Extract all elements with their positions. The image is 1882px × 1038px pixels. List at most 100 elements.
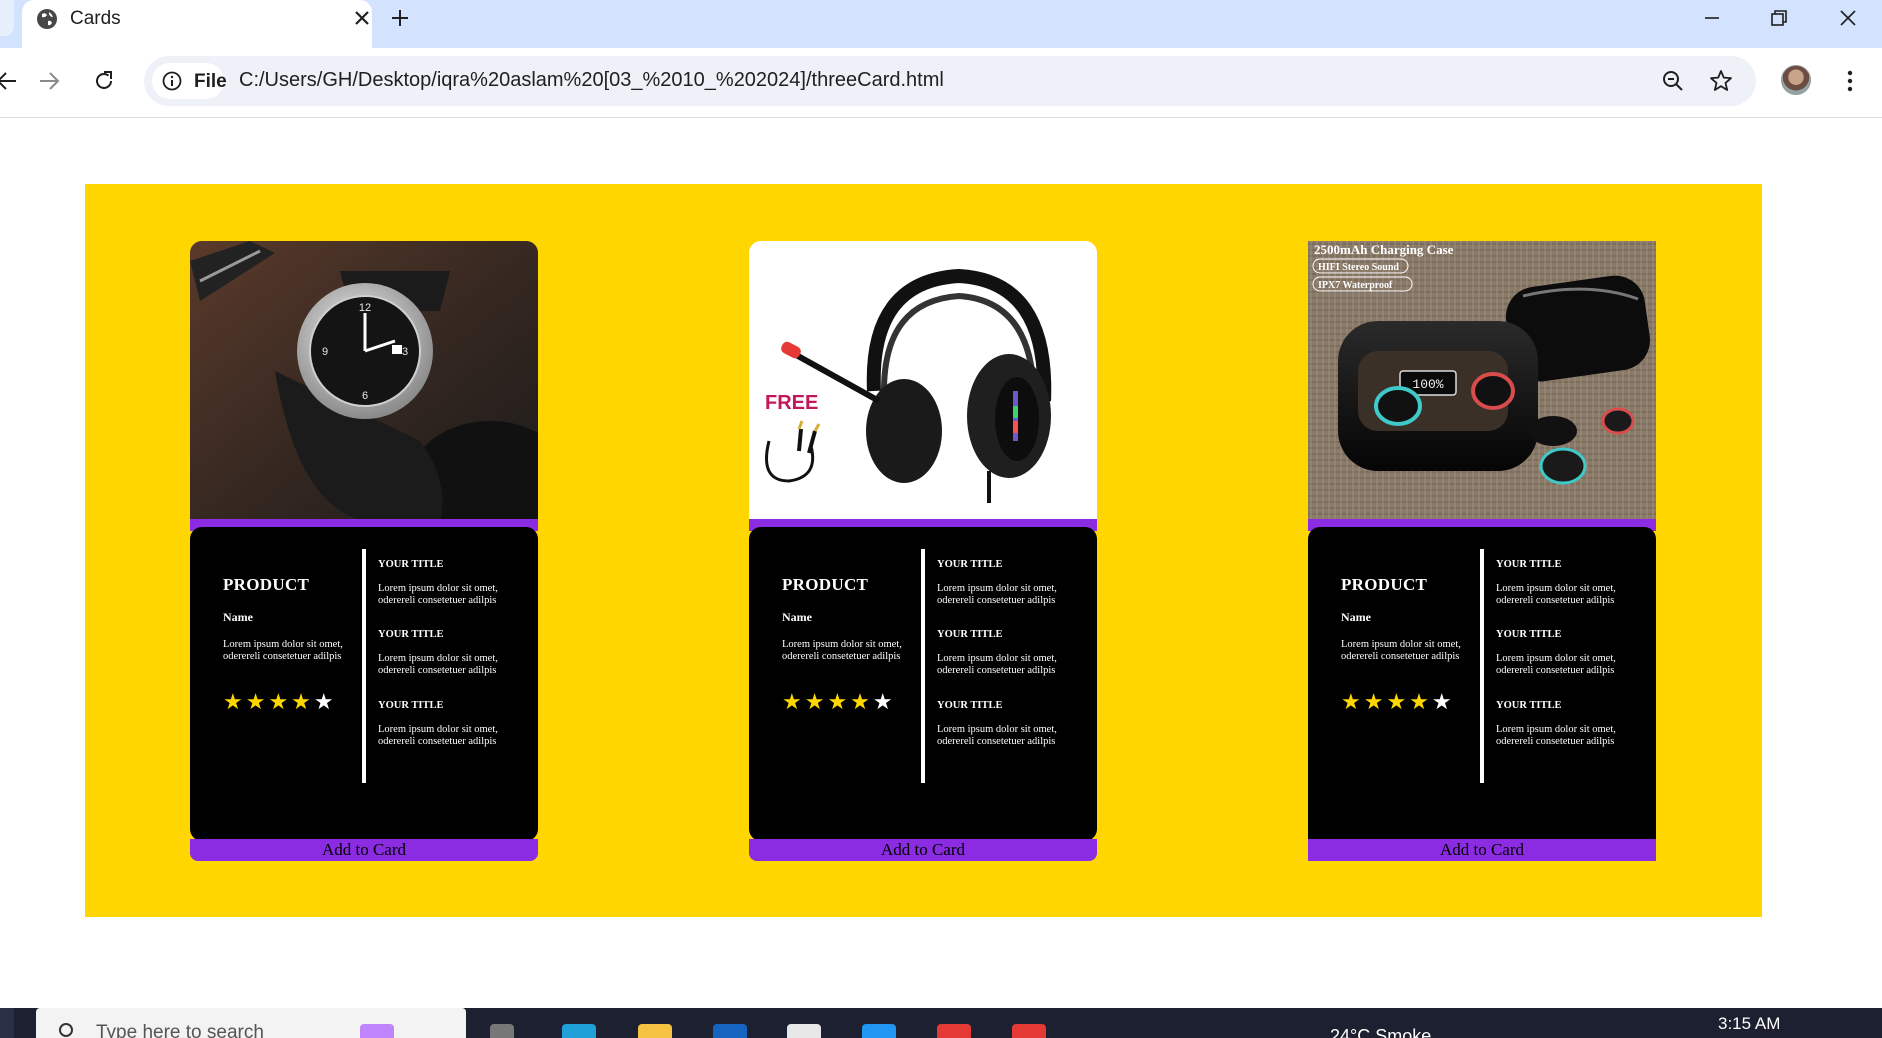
add-to-card-button[interactable]: Add to Card: [1308, 839, 1656, 861]
feature-text: Lorem ipsum dolor sit omet, oderereli co…: [937, 653, 1057, 676]
filled-stars-icon: ★★★★: [223, 690, 314, 715]
feature-item: YOUR TITLE Lorem ipsum dolor sit omet, o…: [1496, 629, 1646, 677]
new-tab-icon[interactable]: [388, 6, 412, 30]
vertical-divider: [1480, 549, 1484, 783]
product-card: 12 3 6 9 PRODUCT Name Lorem ipsum dolor sit…: [190, 241, 538, 861]
forward-icon[interactable]: [36, 68, 62, 94]
product-info-panel: PRODUCT Name Lorem ipsum dolor sit omet,…: [1308, 527, 1656, 841]
vscode-icon[interactable]: [862, 1024, 896, 1038]
url-text[interactable]: C:/Users/GH/Desktop/iqra%20aslam%20[03_%…: [239, 69, 944, 92]
product-info-panel: PRODUCT Name Lorem ipsum dolor sit omet,…: [190, 527, 538, 841]
feature-item: YOUR TITLE Lorem ipsum dolor sit omet, o…: [378, 629, 528, 677]
feature-item: YOUR TITLE Lorem ipsum dolor sit omet, o…: [937, 629, 1087, 677]
product-heading: PRODUCT: [1341, 575, 1428, 594]
store-icon[interactable]: [787, 1024, 821, 1038]
chrome-icon[interactable]: [937, 1024, 971, 1038]
filled-stars-icon: ★★★★: [782, 690, 873, 715]
gaming-headset-photo: FREE: [749, 241, 1097, 523]
search-icon: [59, 1023, 73, 1037]
chrome-active-icon[interactable]: [1012, 1024, 1046, 1038]
add-to-card-button[interactable]: Add to Card: [749, 839, 1097, 861]
tab-cards[interactable]: Cards: [22, 0, 372, 48]
product-card: FREE PRODUCT Name Lorem ipsum dolor sit …: [749, 241, 1097, 861]
weather-widget[interactable]: 24°C Smoke: [1330, 1026, 1431, 1038]
feature-title: YOUR TITLE: [937, 559, 1003, 570]
feature-title: YOUR TITLE: [937, 629, 1003, 640]
feature-item: YOUR TITLE Lorem ipsum dolor sit omet, o…: [1496, 700, 1646, 748]
minimize-icon[interactable]: [1700, 6, 1724, 30]
feature-title: YOUR TITLE: [1496, 559, 1562, 570]
product-image: FREE: [749, 241, 1097, 523]
image-caption-1: 2500mAh Charging Case: [1314, 242, 1454, 257]
bookmark-star-icon[interactable]: [1708, 68, 1734, 94]
feature-item: YOUR TITLE Lorem ipsum dolor sit omet, o…: [378, 700, 528, 748]
taskbar-search[interactable]: Type here to search: [36, 1008, 466, 1038]
empty-star-icon: ★: [1431, 690, 1455, 715]
info-icon: [162, 71, 182, 91]
close-tab-icon[interactable]: [352, 8, 372, 28]
feature-text: Lorem ipsum dolor sit omet, oderereli co…: [937, 724, 1057, 747]
feature-text: Lorem ipsum dolor sit omet, oderereli co…: [378, 724, 498, 747]
star-rating: ★★★★★: [1341, 690, 1455, 715]
widget-icon[interactable]: [360, 1024, 394, 1038]
product-description: Lorem ipsum dolor sit omet, oderereli co…: [782, 639, 902, 662]
edge-icon[interactable]: [562, 1024, 596, 1038]
add-to-card-button[interactable]: Add to Card: [190, 839, 538, 861]
image-caption-2: HIFI Stereo Sound: [1318, 262, 1399, 273]
feature-item: YOUR TITLE Lorem ipsum dolor sit omet, o…: [937, 559, 1087, 607]
feature-text: Lorem ipsum dolor sit omet, oderereli co…: [1496, 653, 1616, 676]
profile-avatar[interactable]: [1781, 65, 1811, 95]
site-chip-label: File: [194, 71, 227, 92]
feature-title: YOUR TITLE: [937, 700, 1003, 711]
previous-tab-edge[interactable]: [0, 0, 14, 36]
star-rating: ★★★★★: [223, 690, 337, 715]
svg-text:3: 3: [402, 346, 408, 358]
task-view-icon[interactable]: [490, 1024, 514, 1038]
product-image: 12 3 6 9: [190, 241, 538, 523]
product-heading: PRODUCT: [223, 575, 310, 594]
search-placeholder: Type here to search: [96, 1022, 264, 1038]
product-info-panel: PRODUCT Name Lorem ipsum dolor sit omet,…: [749, 527, 1097, 841]
feature-title: YOUR TITLE: [378, 629, 444, 640]
site-info-chip[interactable]: File: [152, 63, 227, 99]
back-icon[interactable]: [0, 68, 20, 94]
feature-title: YOUR TITLE: [378, 559, 444, 570]
product-image: 100% 2500mAh Charging Case HIFI Stereo S…: [1308, 241, 1656, 523]
product-description: Lorem ipsum dolor sit omet, oderereli co…: [223, 639, 343, 662]
feature-text: Lorem ipsum dolor sit omet, oderereli co…: [378, 583, 498, 606]
globe-icon: [37, 9, 57, 29]
star-rating: ★★★★★: [782, 690, 896, 715]
svg-text:100%: 100%: [1412, 377, 1443, 392]
vertical-divider: [362, 549, 366, 783]
file-explorer-icon[interactable]: [638, 1024, 672, 1038]
wireless-earbuds-photo: 100% 2500mAh Charging Case HIFI Stereo S…: [1308, 241, 1656, 523]
outlook-icon[interactable]: [713, 1024, 747, 1038]
feature-title: YOUR TITLE: [1496, 629, 1562, 640]
feature-title: YOUR TITLE: [1496, 700, 1562, 711]
product-card: 100% 2500mAh Charging Case HIFI Stereo S…: [1308, 241, 1656, 861]
clock[interactable]: 3:15 AM: [1718, 1014, 1780, 1034]
wristwatch-photo: 12 3 6 9: [190, 241, 538, 523]
feature-text: Lorem ipsum dolor sit omet, oderereli co…: [937, 583, 1057, 606]
browser-toolbar: File C:/Users/GH/Desktop/iqra%20aslam%20…: [0, 48, 1882, 118]
feature-text: Lorem ipsum dolor sit omet, oderereli co…: [378, 653, 498, 676]
tab-strip: Cards: [0, 0, 1882, 48]
product-description: Lorem ipsum dolor sit omet, oderereli co…: [1341, 639, 1461, 662]
windows-taskbar: Type here to search 24°C Smoke 3:15 AM: [0, 1008, 1882, 1038]
product-heading: PRODUCT: [782, 575, 869, 594]
menu-dots-icon[interactable]: [1838, 68, 1862, 94]
zoom-icon[interactable]: [1660, 68, 1686, 94]
product-name: Name: [782, 610, 812, 624]
reload-icon[interactable]: [91, 68, 117, 94]
address-bar[interactable]: File C:/Users/GH/Desktop/iqra%20aslam%20…: [144, 56, 1756, 106]
vertical-divider: [921, 549, 925, 783]
image-caption-3: IPX7 Waterproof: [1318, 280, 1393, 291]
start-button[interactable]: [0, 1008, 14, 1038]
restore-icon[interactable]: [1767, 6, 1791, 30]
product-name: Name: [223, 610, 253, 624]
feature-text: Lorem ipsum dolor sit omet, oderereli co…: [1496, 583, 1616, 606]
feature-item: YOUR TITLE Lorem ipsum dolor sit omet, o…: [1496, 559, 1646, 607]
feature-title: YOUR TITLE: [378, 700, 444, 711]
product-name: Name: [1341, 610, 1371, 624]
close-window-icon[interactable]: [1836, 6, 1860, 30]
